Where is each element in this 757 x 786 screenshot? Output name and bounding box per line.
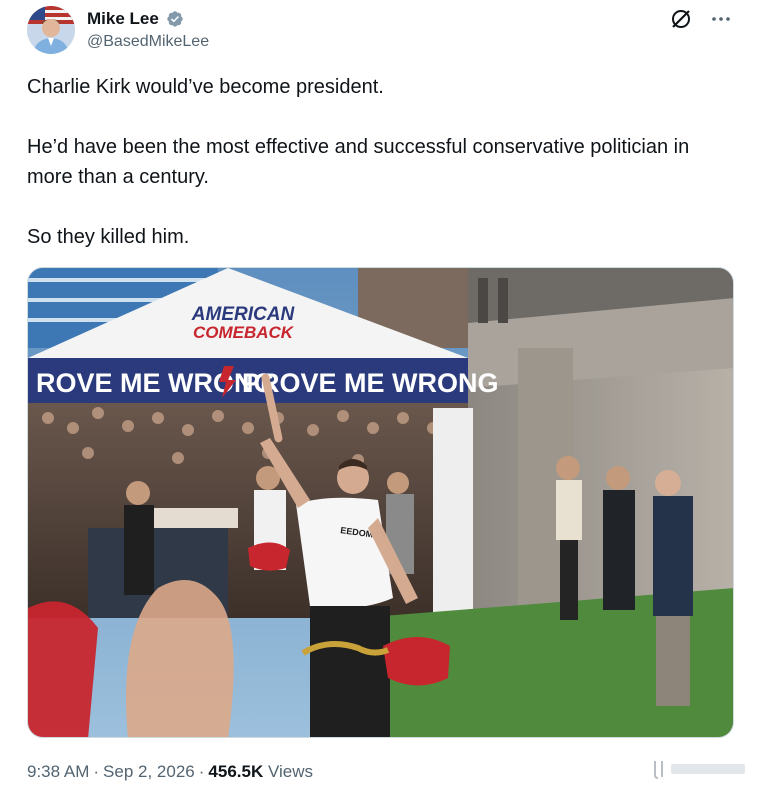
watermark-mark xyxy=(649,757,749,781)
avatar-image xyxy=(27,6,75,54)
post-header: Mike Lee @BasedMikeLee xyxy=(27,6,732,54)
author-handle[interactable]: @BasedMikeLee xyxy=(87,31,209,53)
post-time[interactable]: 9:38 AM xyxy=(27,762,89,781)
verified-badge-icon xyxy=(166,10,184,28)
post-paragraph-3: So they killed him. xyxy=(27,226,190,248)
views-count: 456.5K xyxy=(208,762,264,781)
banner-text-left: ROVE ME WRONG xyxy=(36,368,275,398)
meta-separator: · xyxy=(198,762,205,781)
post-photo[interactable]: AMERICAN COMEBACK ROVE ME WRONG PROVE ME… xyxy=(27,267,734,738)
avatar[interactable] xyxy=(27,6,75,54)
views-label: Views xyxy=(267,762,314,781)
post-date[interactable]: Sep 2, 2026 xyxy=(103,762,195,781)
more-options-icon[interactable] xyxy=(710,8,732,30)
grok-icon[interactable] xyxy=(670,8,692,30)
tent-brand-line-1: AMERICAN xyxy=(191,304,296,325)
author-display-name[interactable]: Mike Lee xyxy=(87,9,159,29)
meta-separator: · xyxy=(93,762,100,781)
rally-scene-illustration: AMERICAN COMEBACK ROVE ME WRONG PROVE ME… xyxy=(28,268,733,737)
post-paragraph-2: He’d have been the most effective and su… xyxy=(27,136,690,188)
header-actions xyxy=(670,8,732,30)
post-meta: 9:38 AM · Sep 2, 2026 · 456.5K Views xyxy=(27,760,313,784)
banner-text-right: PROVE ME WRONG xyxy=(242,368,499,398)
post-paragraph-1: Charlie Kirk would’ve become president. xyxy=(27,76,384,98)
tent-brand-line-2: COMEBACK xyxy=(193,323,295,342)
post-card: Mike Lee @BasedMikeLee Charlie Kirk woul… xyxy=(0,0,757,784)
author-names: Mike Lee @BasedMikeLee xyxy=(87,9,209,53)
